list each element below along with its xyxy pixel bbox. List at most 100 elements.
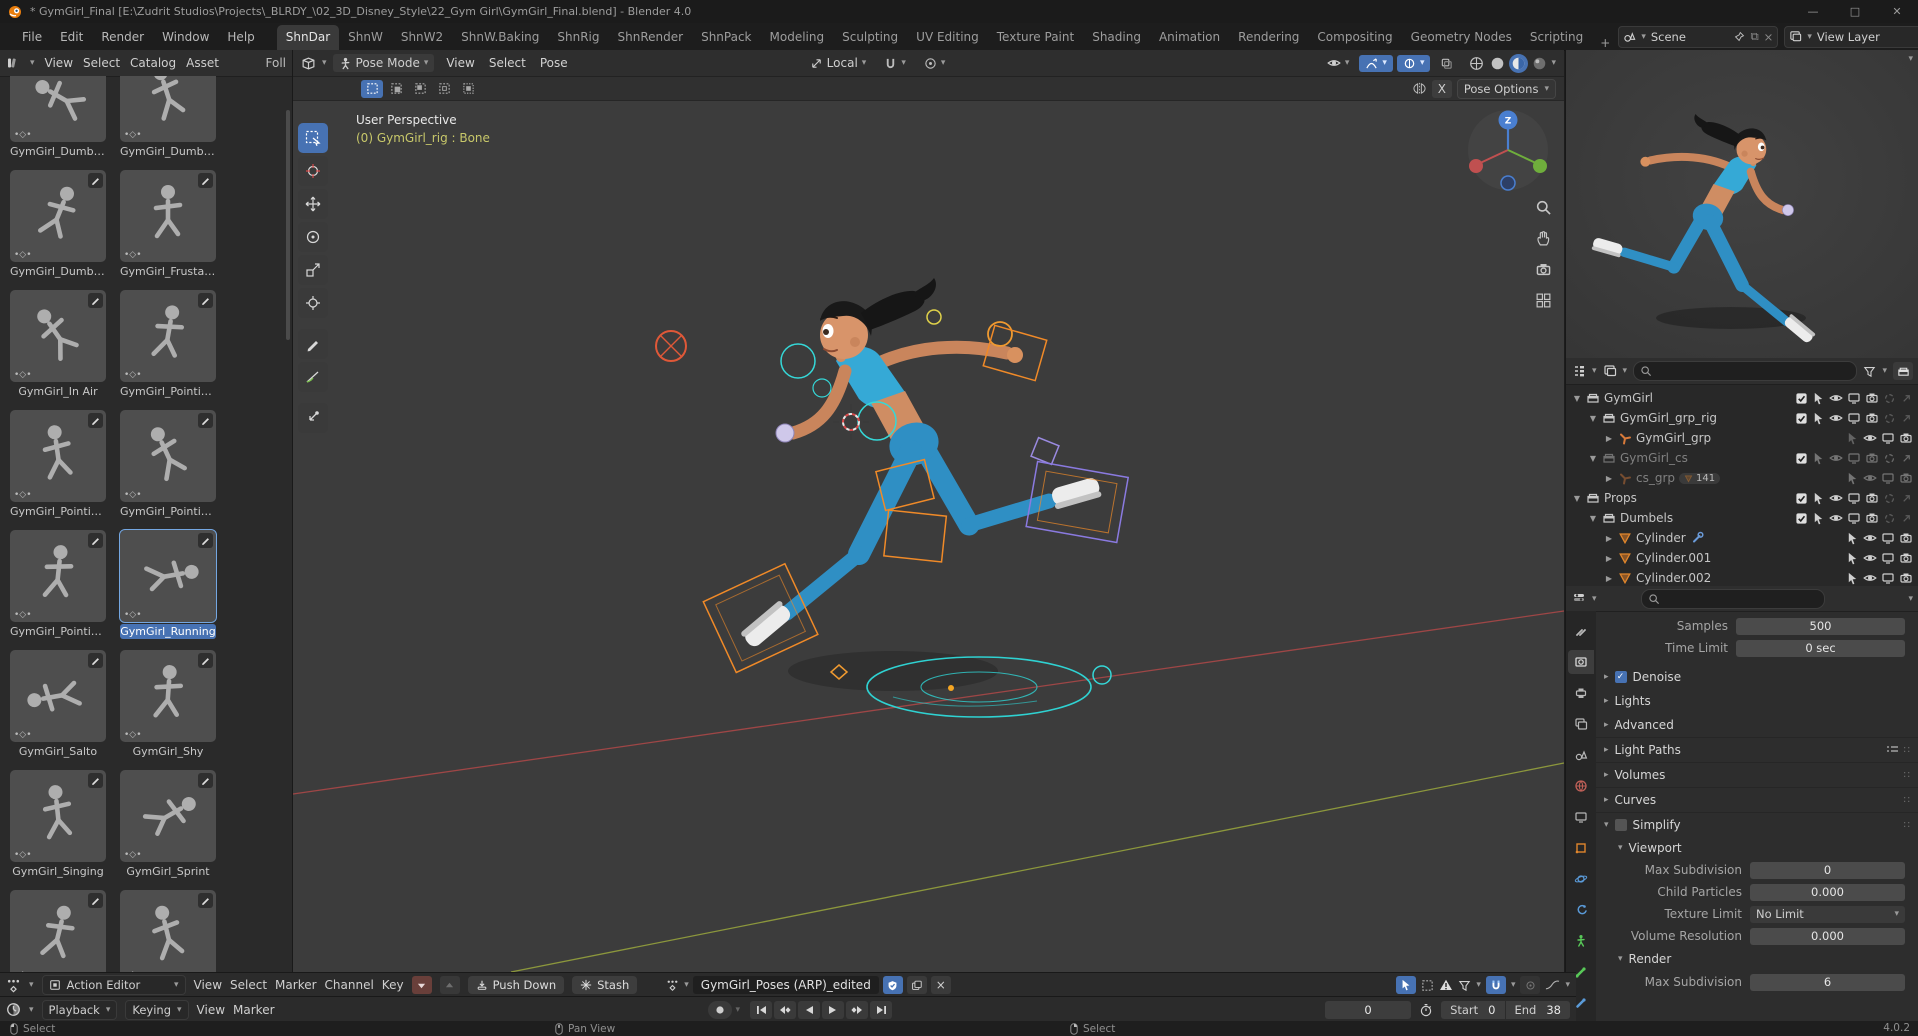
region-options-icon[interactable]: ▾ [1908,54,1913,64]
hide-eye-icon[interactable] [1863,551,1877,565]
texture-limit-dropdown[interactable]: No Limit▾ [1750,906,1905,923]
outliner-item-name[interactable]: GymGirl [1604,391,1653,405]
outliner-row-cylinder[interactable]: ▶ Cylinder [1572,528,1918,548]
selectable-icon[interactable] [1812,392,1825,405]
viewport-disable-icon[interactable] [1881,431,1895,445]
pose-asset-singing[interactable]: •◇•GymGirl_Singing [10,770,106,879]
outliner-row-dumbels[interactable]: ▼ Dumbels [1572,508,1918,528]
viewport-disable-icon[interactable] [1847,491,1861,505]
dope-sheet-mode-dropdown[interactable]: Action Editor ▾ [42,975,186,995]
outliner-item-name[interactable]: GymGirl_grp [1636,431,1711,445]
properties-options-icon[interactable]: ▾ [1908,594,1913,604]
outliner-item-name[interactable]: Cylinder [1636,531,1686,545]
tab-constraints[interactable] [1568,898,1594,922]
current-frame-field[interactable]: 0 [1325,1001,1411,1019]
denoise-panel-header[interactable]: ▸✓ Denoise [1596,665,1918,689]
edit-pose-icon[interactable] [88,173,103,188]
falloff-curve-icon[interactable] [1545,979,1560,991]
exclude-checkbox[interactable] [1795,492,1808,505]
unlink-scene-icon[interactable]: × [1764,30,1774,44]
auto-key-button[interactable] [708,1001,732,1019]
viewport-disable-icon[interactable] [1881,571,1895,585]
outliner-row-gymgirl-grp[interactable]: ▶ GymGirl_grp [1572,428,1918,448]
hide-eye-icon[interactable] [1829,391,1843,405]
selectable-icon[interactable] [1846,532,1859,545]
shading-dropdown-icon[interactable]: ▾ [1551,58,1556,68]
holdout-icon[interactable] [1883,392,1896,405]
outliner-row-props[interactable]: ▼ Props [1572,488,1918,508]
tab-world[interactable] [1568,774,1594,798]
filter-icon[interactable] [1458,979,1471,992]
proportional-edit-keys-toggle[interactable] [1520,976,1540,994]
maximize-button[interactable]: □ [1834,0,1876,23]
pose-asset-dumbel-2[interactable]: •◇•GymGirl_Dumbel ... [120,76,216,159]
time-limit-field[interactable]: 0 sec [1736,640,1905,657]
tool-select-box[interactable] [298,123,328,153]
tab-object[interactable] [1568,836,1594,860]
edit-pose-icon[interactable] [198,893,213,908]
stopwatch-icon[interactable] [1419,1003,1433,1017]
timeline-editor-icon[interactable] [6,1002,21,1017]
tool-scale[interactable] [298,255,328,285]
pose-asset-dumbel-1[interactable]: •◇•GymGirl_Dumbel ... [10,76,106,159]
tab-object-data-armature[interactable] [1568,929,1594,953]
asset-grid-area[interactable]: •◇•GymGirl_Dumbel ... •◇•GymGirl_Dumbel … [0,76,292,972]
render-disable-icon[interactable] [1865,491,1879,505]
render-disable-icon[interactable] [1899,531,1913,545]
filter-icon[interactable] [1863,365,1876,378]
outliner-editor-icon[interactable] [1572,364,1586,378]
tab-physics[interactable] [1568,867,1594,891]
chevron-down-icon[interactable]: ▾ [1592,594,1597,604]
viewport-menu-select[interactable]: Select [489,56,526,70]
outliner-item-name[interactable]: Cylinder.001 [1636,551,1711,565]
chevron-down-icon[interactable]: ▾ [30,58,35,68]
transform-orientation-dropdown[interactable]: Local ▾ [804,54,873,72]
outliner-item-name[interactable]: Dumbels [1620,511,1673,525]
hide-eye-icon[interactable] [1863,571,1877,585]
holdout-icon[interactable] [1883,492,1896,505]
hide-eye-icon[interactable] [1863,531,1877,545]
new-action-button[interactable] [907,976,927,994]
selectable-icon[interactable] [1812,412,1825,425]
edit-pose-icon[interactable] [88,893,103,908]
render-preview[interactable]: ▾ [1566,50,1918,359]
play-reverse-button[interactable] [798,1001,820,1019]
edit-pose-icon[interactable] [198,653,213,668]
exclude-checkbox[interactable] [1795,452,1808,465]
scene-selector[interactable]: ▾ Scene ⧉ × [1618,26,1778,48]
tab-tool[interactable] [1568,619,1594,643]
playback-dropdown[interactable]: Playback▾ [42,1000,118,1020]
tab-collection[interactable] [1568,805,1594,829]
viewport-editor-icon[interactable] [301,56,316,71]
tab-shnrender[interactable]: ShnRender [609,25,693,50]
tab-sculpting[interactable]: Sculpting [833,25,907,50]
pose-asset-in-air[interactable]: •◇•GymGirl_In Air [10,290,106,399]
selectable-icon[interactable] [1812,512,1825,525]
unlink-action-button[interactable]: × [931,976,951,994]
snapping-toggle[interactable]: ▾ [878,55,912,72]
outliner-row-gymgirl[interactable]: ▼ GymGirl [1572,388,1918,408]
properties-search-input[interactable] [1641,589,1825,609]
add-workspace-button[interactable]: + [1592,36,1618,50]
dope-menu-channel[interactable]: Channel [325,978,374,992]
mirror-icon[interactable] [1412,82,1427,95]
selectable-icon[interactable] [1846,552,1859,565]
tab-shnpack[interactable]: ShnPack [692,25,760,50]
select-mode-subtract-button[interactable] [409,80,431,98]
asset-scrollbar[interactable] [286,110,290,340]
outliner-item-name[interactable]: Cylinder.002 [1636,571,1711,585]
menu-file[interactable]: File [14,27,50,47]
zoom-icon[interactable] [1535,199,1552,216]
indirect-only-icon[interactable] [1900,492,1913,505]
menu-window[interactable]: Window [154,27,217,47]
keying-dropdown[interactable]: Keying▾ [125,1000,188,1020]
volumes-panel-header[interactable]: ▸Volumes ∷ [1596,762,1918,787]
move-action-down-button[interactable] [412,976,432,994]
selectable-icon[interactable] [1846,472,1859,485]
new-collection-button[interactable] [1893,362,1913,380]
next-keyframe-button[interactable] [846,1001,868,1019]
chevron-down-icon[interactable]: ▾ [322,58,327,68]
outliner-row-gymgirl-cs[interactable]: ▼ GymGirl_cs [1572,448,1918,468]
gizmos-toggle[interactable]: ▾ [1359,55,1393,72]
timeline-menu-view[interactable]: View [197,1003,225,1017]
